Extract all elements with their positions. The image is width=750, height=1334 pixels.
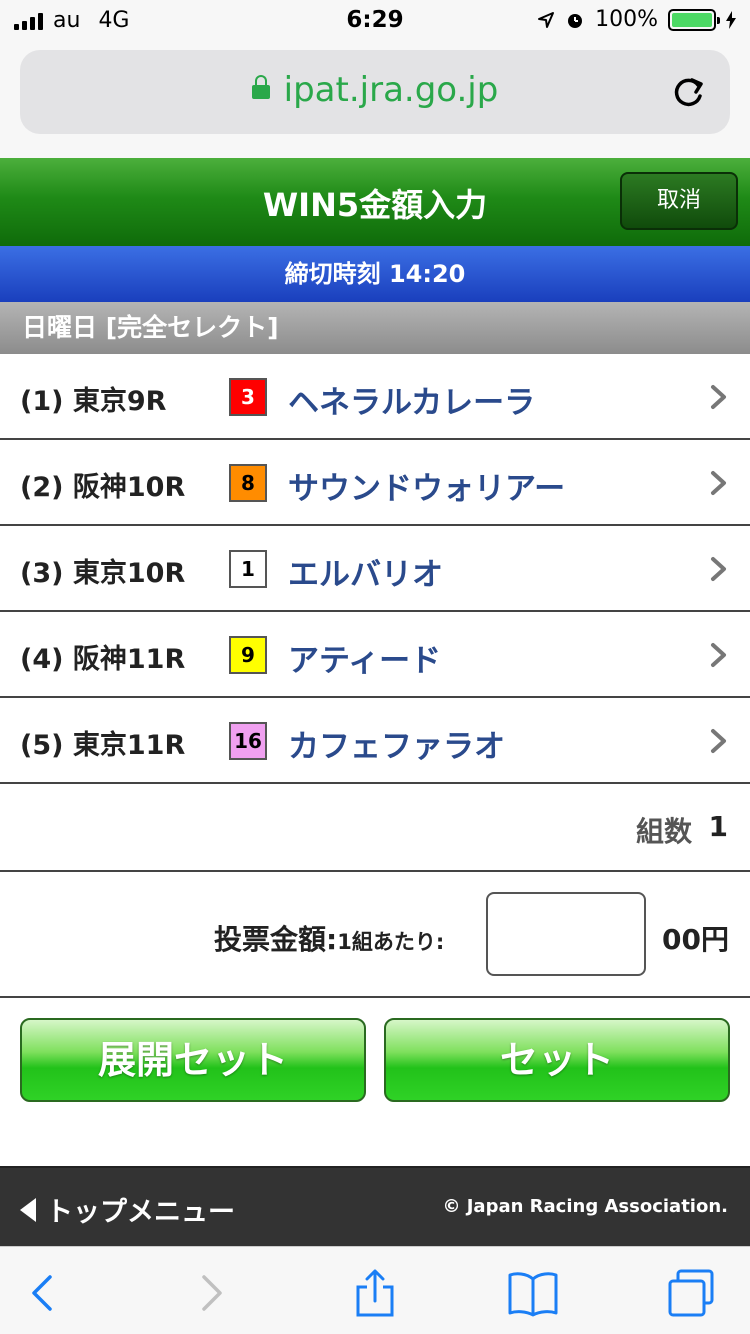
status-bar: au 4G 6:29 100% xyxy=(0,0,750,40)
footer: トップメニュー © Japan Racing Association. xyxy=(0,1166,750,1246)
chevron-right-icon xyxy=(711,557,726,581)
page-header: WIN5金額入力 取消 xyxy=(0,158,750,246)
amount-label: 投票金額:1組あたり: xyxy=(214,918,444,958)
horse-number-badge: 8 xyxy=(229,464,267,502)
horse-name: アティード xyxy=(288,643,442,679)
race-row-3[interactable]: (3) 東京10R 1 エルバリオ xyxy=(0,526,750,612)
charging-icon xyxy=(726,10,736,29)
race-label: (2) 阪神10R xyxy=(20,472,186,503)
count-value: 1 xyxy=(708,810,728,843)
url-text: ipat.jra.go.jp xyxy=(283,70,499,110)
alarm-icon xyxy=(568,13,583,28)
horse-name: サウンドウォリアー xyxy=(288,471,566,507)
back-triangle-icon xyxy=(20,1197,36,1222)
combination-count-row: 組数 1 xyxy=(0,784,750,872)
race-label: (4) 阪神11R xyxy=(20,644,186,675)
chevron-right-icon xyxy=(711,385,726,409)
url-display[interactable]: ipat.jra.go.jp xyxy=(20,70,730,110)
lock-icon xyxy=(251,75,270,99)
copyright-text: © Japan Racing Association. xyxy=(442,1196,728,1217)
chevron-right-icon xyxy=(711,643,726,667)
amount-unit: 00円 xyxy=(662,923,729,956)
amount-sub-label: 1組あたり: xyxy=(337,930,445,954)
battery-icon xyxy=(668,8,720,31)
chevron-right-icon xyxy=(711,729,726,753)
count-label: 組数 xyxy=(635,815,692,848)
back-icon[interactable] xyxy=(18,1269,68,1317)
bet-amount-row: 投票金額:1組あたり: 00円 xyxy=(0,872,750,998)
browser-toolbar xyxy=(0,1246,750,1334)
horse-number-badge: 3 xyxy=(229,378,267,416)
amount-input[interactable] xyxy=(486,892,646,976)
browser-chrome: ipat.jra.go.jp xyxy=(0,40,750,158)
horse-number-badge: 9 xyxy=(229,636,267,674)
location-icon xyxy=(538,11,555,28)
share-icon[interactable] xyxy=(350,1269,400,1317)
race-row-2[interactable]: (2) 阪神10R 8 サウンドウォリアー xyxy=(0,440,750,526)
status-right: 100% xyxy=(537,7,736,32)
reload-icon[interactable] xyxy=(668,72,708,112)
horse-name: ヘネラルカレーラ xyxy=(288,385,536,421)
race-row-4[interactable]: (4) 阪神11R 9 アティード xyxy=(0,612,750,698)
battery-label: 100% xyxy=(595,7,658,32)
tabs-icon[interactable] xyxy=(666,1269,716,1317)
top-menu-label: トップメニュー xyxy=(46,1197,235,1228)
horse-name: カフェファラオ xyxy=(288,729,505,765)
race-label: (5) 東京11R xyxy=(20,730,186,761)
race-row-1[interactable]: (1) 東京9R 3 ヘネラルカレーラ xyxy=(0,354,750,440)
top-menu-link[interactable]: トップメニュー xyxy=(20,1190,235,1229)
race-list: (1) 東京9R 3 ヘネラルカレーラ (2) 阪神10R 8 サウンドウォリア… xyxy=(0,354,750,784)
race-label: (1) 東京9R xyxy=(20,386,167,417)
horse-number-badge: 16 xyxy=(229,722,267,760)
race-row-5[interactable]: (5) 東京11R 16 カフェファラオ xyxy=(0,698,750,784)
horse-number-badge: 1 xyxy=(229,550,267,588)
expand-set-button[interactable]: 展開セット xyxy=(20,1018,366,1102)
bookmarks-icon[interactable] xyxy=(508,1269,558,1317)
chevron-right-icon xyxy=(711,471,726,495)
horse-name: エルバリオ xyxy=(288,557,443,593)
amount-label-text: 投票金額: xyxy=(214,923,338,956)
cancel-button[interactable]: 取消 xyxy=(620,172,738,230)
deadline-bar: 締切時刻 14:20 xyxy=(0,246,750,302)
address-bar[interactable]: ipat.jra.go.jp xyxy=(20,50,730,134)
race-label: (3) 東京10R xyxy=(20,558,186,589)
section-header: 日曜日 [完全セレクト] xyxy=(0,302,750,354)
forward-icon[interactable] xyxy=(186,1269,236,1317)
set-button[interactable]: セット xyxy=(384,1018,730,1102)
